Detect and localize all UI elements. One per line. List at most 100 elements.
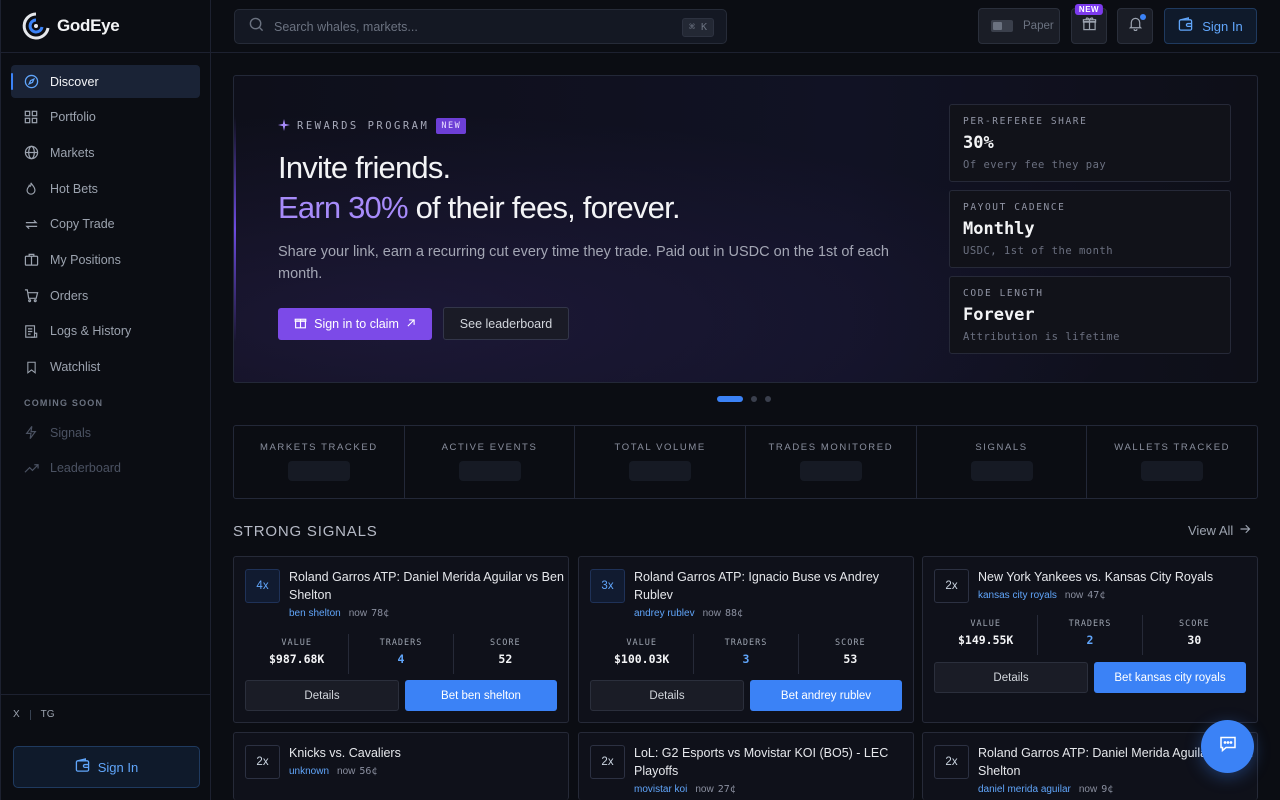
search-input[interactable] bbox=[274, 19, 654, 34]
sidebar-item-discover[interactable]: Discover bbox=[11, 65, 200, 98]
signal-time: now bbox=[702, 608, 721, 619]
signal-title[interactable]: Knicks vs. Cavaliers bbox=[289, 744, 564, 762]
sidebar-item-label: Leaderboard bbox=[50, 461, 121, 476]
signal-card[interactable]: 4x Roland Garros ATP: Daniel Merida Agui… bbox=[233, 556, 569, 723]
view-all-link[interactable]: View All bbox=[1188, 523, 1251, 538]
metric-skeleton bbox=[629, 461, 692, 481]
signal-time: now bbox=[348, 608, 368, 619]
signal-outcome[interactable]: daniel merida aguilar bbox=[978, 784, 1071, 795]
rewards-button[interactable]: NEW bbox=[1071, 4, 1107, 44]
multiplier-badge: 3x bbox=[590, 569, 625, 603]
toggle-switch[interactable] bbox=[991, 20, 1013, 32]
search-box[interactable]: ⌘ K bbox=[234, 9, 727, 44]
wallet-icon bbox=[1178, 17, 1193, 35]
signal-time: now bbox=[337, 766, 356, 777]
signal-title[interactable]: LoL: G2 Esports vs Movistar KOI (BO5) - … bbox=[634, 744, 909, 780]
carousel-dots bbox=[717, 396, 771, 402]
stat-value-cell: VALUE $987.68K bbox=[245, 634, 350, 674]
signal-title[interactable]: Roland Garros ATP: Daniel Merida Aguilar… bbox=[289, 568, 564, 604]
sidebar-item-label: Discover bbox=[50, 74, 99, 89]
carousel-dot[interactable] bbox=[751, 396, 757, 402]
carousel-dot-active[interactable] bbox=[717, 396, 743, 402]
sidebar-item-logs-history[interactable]: Logs & History bbox=[11, 315, 200, 348]
details-button[interactable]: Details bbox=[245, 680, 399, 711]
stat-value[interactable]: 3 bbox=[743, 652, 750, 666]
logo[interactable]: GodEye bbox=[1, 0, 210, 53]
sidebar-item-label: Markets bbox=[50, 145, 95, 160]
sparkle-icon bbox=[278, 118, 290, 134]
grid-icon bbox=[23, 109, 39, 125]
metric-skeleton bbox=[970, 461, 1033, 481]
signal-meta: unknown now 56¢ bbox=[289, 766, 377, 777]
signal-price: 78¢ bbox=[371, 608, 390, 619]
bookmark-icon bbox=[23, 359, 39, 375]
sidebar-item-label: Portfolio bbox=[50, 110, 96, 125]
multiplier-badge: 2x bbox=[934, 569, 969, 603]
divider bbox=[29, 709, 31, 720]
signal-time: now bbox=[1078, 784, 1098, 795]
sidebar-item-watchlist[interactable]: Watchlist bbox=[11, 351, 200, 384]
claim-label: Sign in to claim bbox=[314, 317, 399, 331]
gift-icon bbox=[1082, 16, 1097, 36]
top-sign-in-button[interactable]: Sign In bbox=[1164, 8, 1257, 44]
sidebar-item-label: Watchlist bbox=[50, 360, 101, 374]
notifications-button[interactable] bbox=[1117, 8, 1153, 44]
carousel-dot[interactable] bbox=[765, 396, 771, 402]
signal-outcome[interactable]: unknown bbox=[289, 766, 329, 777]
bet-button[interactable]: Bet kansas city royals bbox=[1094, 662, 1246, 693]
stat-value[interactable]: 4 bbox=[398, 652, 405, 666]
chat-icon bbox=[1218, 734, 1238, 759]
signal-stats: VALUE $100.03K TRADERS 3 SCORE 53 bbox=[590, 634, 902, 674]
stat-traders-cell: TRADERS 3 bbox=[694, 634, 799, 674]
repeat-icon bbox=[23, 216, 39, 232]
stat-label: VALUE bbox=[281, 638, 312, 648]
sign-in-to-claim-button[interactable]: Sign in to claim bbox=[278, 308, 432, 340]
sidebar-sign-in-button[interactable]: Sign In bbox=[13, 746, 200, 788]
metric-wallets-tracked: WALLETS TRACKED bbox=[1087, 426, 1257, 498]
signal-title[interactable]: New York Yankees vs. Kansas City Royals bbox=[978, 568, 1253, 586]
bet-button[interactable]: Bet ben shelton bbox=[405, 680, 557, 711]
signal-outcome[interactable]: andrey rublev bbox=[634, 608, 695, 619]
sidebar-item-leaderboard: Leaderboard bbox=[11, 452, 200, 485]
signal-title[interactable]: Roland Garros ATP: Ignacio Buse vs Andre… bbox=[634, 568, 909, 604]
wallet-icon bbox=[75, 758, 90, 776]
sidebar-item-orders[interactable]: Orders bbox=[11, 279, 200, 312]
see-leaderboard-button[interactable]: See leaderboard bbox=[443, 307, 569, 340]
sidebar-item-hot-bets[interactable]: Hot Bets bbox=[11, 172, 200, 205]
signal-card[interactable]: 3x Roland Garros ATP: Ignacio Buse vs An… bbox=[578, 556, 914, 723]
stat-label: VALUE bbox=[626, 638, 657, 648]
details-button[interactable]: Details bbox=[934, 662, 1088, 693]
multiplier-badge: 2x bbox=[590, 745, 625, 779]
stat-score-cell: SCORE 53 bbox=[799, 634, 902, 674]
signal-outcome[interactable]: kansas city royals bbox=[978, 590, 1057, 601]
bet-button[interactable]: Bet andrey rublev bbox=[750, 680, 902, 711]
sidebar-item-copy-trade[interactable]: Copy Trade bbox=[11, 208, 200, 241]
signal-card[interactable]: 2x New York Yankees vs. Kansas City Roya… bbox=[922, 556, 1258, 723]
signal-card[interactable]: 2x Knicks vs. Cavaliers unknown now 56¢ bbox=[233, 732, 569, 800]
details-button[interactable]: Details bbox=[590, 680, 744, 711]
metric-label: SIGNALS bbox=[975, 442, 1028, 453]
hero-tag-label: REWARDS PROGRAM bbox=[297, 120, 430, 132]
chat-button[interactable] bbox=[1201, 720, 1254, 773]
sidebar-item-label: Hot Bets bbox=[50, 181, 98, 196]
stat-value[interactable]: 2 bbox=[1087, 633, 1094, 647]
signal-outcome[interactable]: ben shelton bbox=[289, 608, 341, 619]
multiplier-badge: 4x bbox=[245, 569, 280, 603]
sidebar-item-markets[interactable]: Markets bbox=[11, 136, 200, 169]
notification-dot bbox=[1140, 14, 1146, 20]
stat-value: 30 bbox=[1187, 633, 1202, 647]
stat-traders-cell: TRADERS 4 bbox=[349, 634, 454, 674]
signal-card[interactable]: 2x LoL: G2 Esports vs Movistar KOI (BO5)… bbox=[578, 732, 914, 800]
telegram-link[interactable]: TG bbox=[41, 709, 55, 720]
metric-trades-monitored: TRADES MONITORED bbox=[746, 426, 917, 498]
signal-outcome[interactable]: movistar koi bbox=[634, 784, 687, 795]
sidebar-item-my-positions[interactable]: My Positions bbox=[11, 243, 200, 276]
x-link[interactable]: X bbox=[13, 709, 20, 720]
godeye-logo-icon bbox=[21, 11, 51, 41]
stat-score-cell: SCORE 30 bbox=[1143, 615, 1246, 655]
coming-soon-heading: COMING SOON bbox=[24, 398, 104, 409]
stat-label: TRADERS bbox=[1068, 619, 1112, 629]
paper-mode-toggle[interactable]: Paper bbox=[978, 8, 1060, 44]
signal-meta: daniel merida aguilar now 9¢ bbox=[978, 784, 1113, 795]
sidebar-item-portfolio[interactable]: Portfolio bbox=[11, 101, 200, 134]
